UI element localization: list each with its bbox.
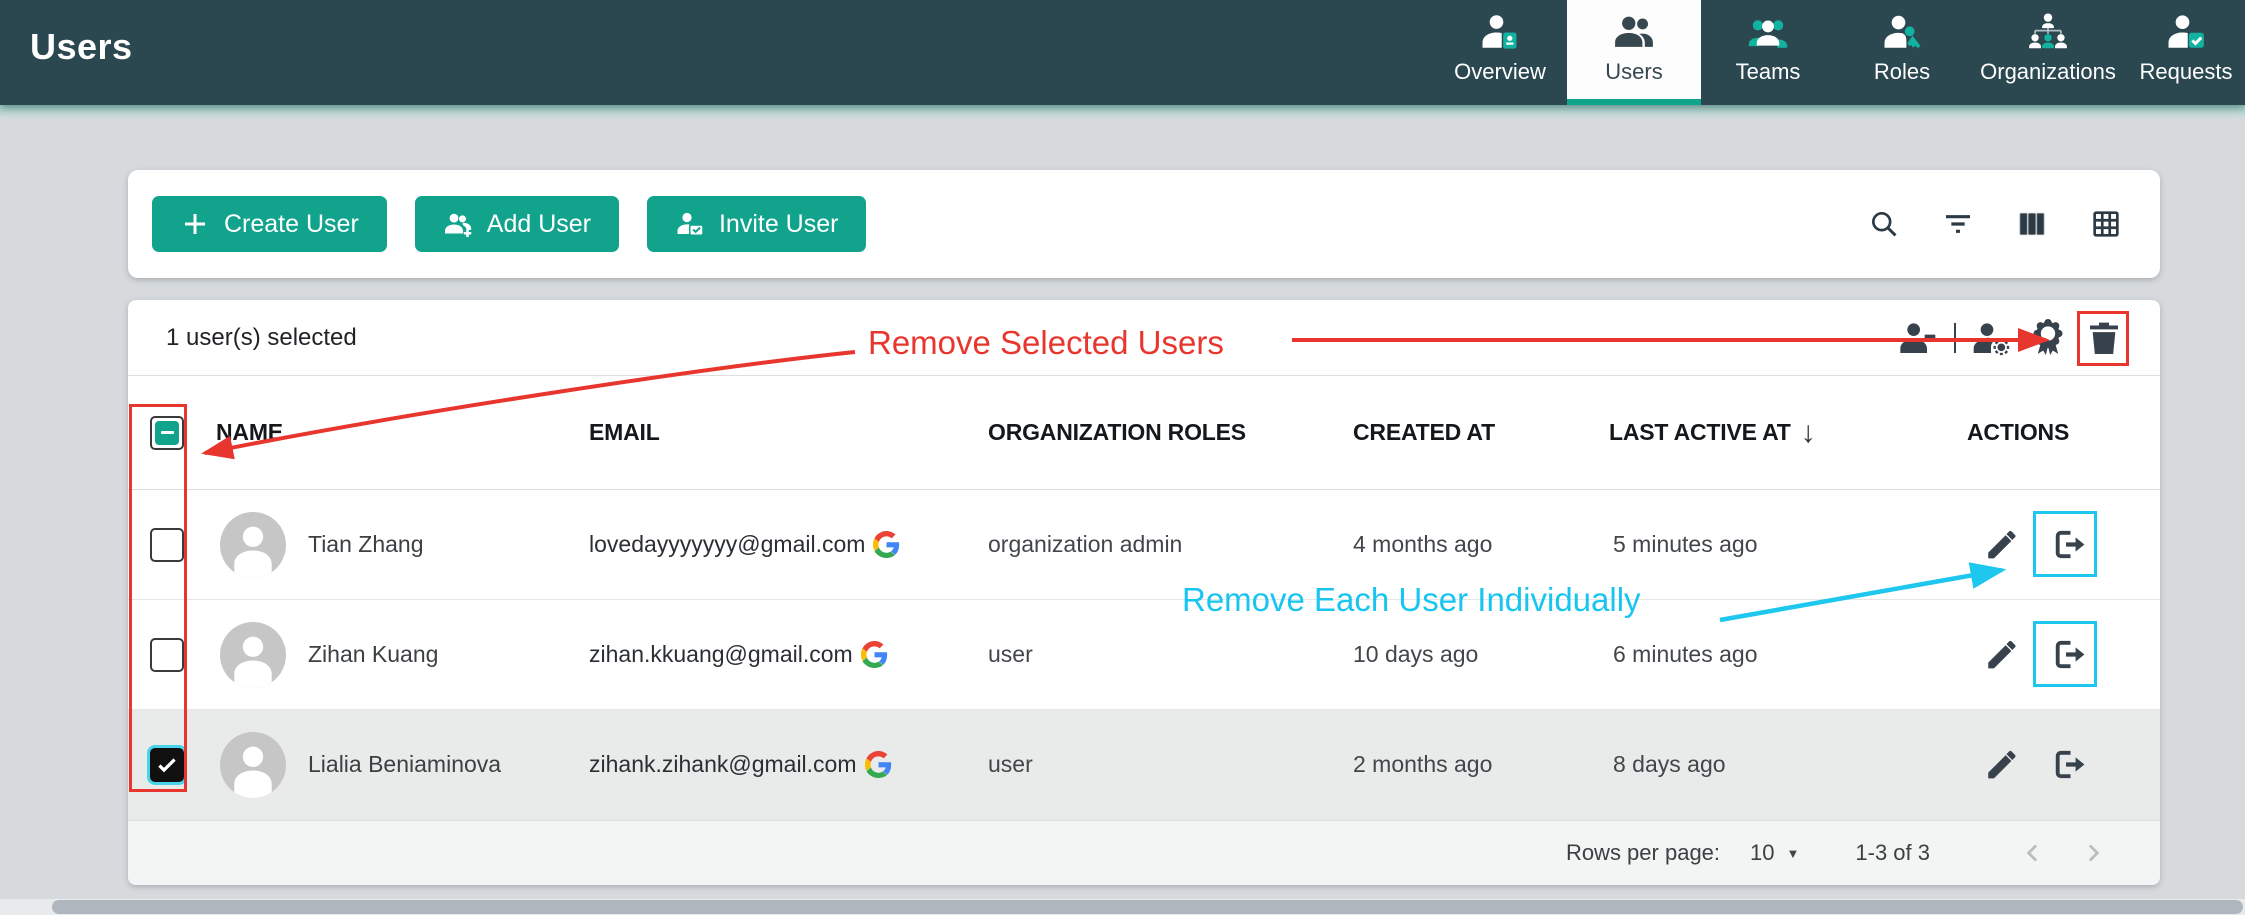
avatar	[220, 622, 286, 688]
row-checkbox[interactable]	[150, 528, 184, 562]
tab-overview[interactable]: Overview	[1433, 0, 1567, 105]
selection-bar: 1 user(s) selected	[128, 300, 2160, 376]
column-header-email[interactable]: EMAIL	[573, 419, 968, 446]
page-title: Users	[30, 26, 133, 68]
table-row: Tian Zhang lovedayyyyyyy@gmail.com organ…	[128, 490, 2160, 600]
table-tool-icons	[1868, 170, 2122, 278]
user-email: lovedayyyyyyy@gmail.com	[589, 531, 865, 558]
user-role: organization admin	[968, 531, 1333, 558]
grid-icon[interactable]	[2090, 208, 2122, 240]
add-user-icon	[443, 209, 473, 239]
requests-person-check-icon	[2165, 11, 2207, 53]
tab-requests[interactable]: Requests	[2127, 0, 2245, 105]
table-row-selected: Lialia Beniaminova zihank.zihank@gmail.c…	[128, 710, 2160, 820]
user-created: 2 months ago	[1333, 751, 1593, 778]
remove-icon[interactable]	[2050, 746, 2087, 783]
user-role: user	[968, 641, 1333, 668]
nav-tabs: Overview Users Teams	[1433, 0, 2245, 105]
tab-label: Requests	[2140, 59, 2233, 85]
column-header-last-active[interactable]: LAST ACTIVE AT ↓	[1593, 416, 1953, 450]
dropdown-caret-icon: ▼	[1787, 846, 1800, 861]
column-header-org-roles[interactable]: ORGANIZATION ROLES	[968, 419, 1333, 446]
remove-icon[interactable]	[2050, 526, 2087, 563]
edit-icon[interactable]	[1983, 526, 2020, 563]
add-user-label: Add User	[487, 210, 591, 239]
tab-label: Roles	[1874, 59, 1930, 85]
tab-organizations[interactable]: Organizations	[1969, 0, 2127, 105]
table-row: Zihan Kuang zihan.kkuang@gmail.com user …	[128, 600, 2160, 710]
column-header-actions: ACTIONS	[1953, 419, 2160, 446]
google-icon	[865, 751, 892, 778]
column-header-created[interactable]: CREATED AT	[1333, 419, 1593, 446]
pagination-range: 1-3 of 3	[1855, 840, 1930, 866]
user-email: zihank.zihank@gmail.com	[589, 751, 857, 778]
tab-label: Overview	[1454, 59, 1546, 85]
organizations-hierarchy-icon	[2027, 11, 2069, 53]
header-glow	[0, 105, 2245, 119]
toolbar-card: Create User Add User Invite User	[128, 170, 2160, 278]
user-name: Lialia Beniaminova	[308, 751, 501, 778]
invite-user-button[interactable]: Invite User	[647, 196, 866, 252]
user-last-active: 8 days ago	[1593, 751, 1953, 778]
user-last-active: 5 minutes ago	[1593, 531, 1953, 558]
app-header: Users Overview Users	[0, 0, 2245, 105]
avatar	[220, 732, 286, 798]
tab-label: Organizations	[1980, 59, 2116, 85]
teams-icon	[1747, 11, 1789, 53]
user-role: user	[968, 751, 1333, 778]
user-name: Zihan Kuang	[308, 641, 438, 668]
user-settings-icon[interactable]	[1972, 318, 2012, 358]
filter-icon[interactable]	[1942, 208, 1974, 240]
remove-user-icon[interactable]	[1898, 318, 1938, 358]
avatar	[220, 512, 286, 578]
search-icon[interactable]	[1868, 208, 1900, 240]
users-table-card: 1 user(s) selected	[128, 300, 2160, 885]
row-checkbox-checked[interactable]	[150, 748, 184, 782]
badge-icon[interactable]	[2028, 318, 2068, 358]
selection-actions	[1898, 300, 2124, 376]
overview-person-badge-icon	[1479, 11, 1521, 53]
remove-icon[interactable]	[2050, 636, 2087, 673]
row-checkbox[interactable]	[150, 638, 184, 672]
user-created: 4 months ago	[1333, 531, 1593, 558]
table-header-row: NAME EMAIL ORGANIZATION ROLES CREATED AT…	[128, 376, 2160, 490]
roles-person-key-icon	[1881, 11, 1923, 53]
users-icon	[1613, 11, 1655, 53]
add-user-button[interactable]: Add User	[415, 196, 619, 252]
horizontal-scrollbar[interactable]	[0, 899, 2245, 915]
icon-divider	[1954, 323, 1956, 353]
tab-label: Users	[1605, 59, 1662, 85]
google-icon	[873, 531, 900, 558]
indeterminate-mark	[155, 421, 179, 445]
tab-label: Teams	[1736, 59, 1801, 85]
user-email: zihan.kkuang@gmail.com	[589, 641, 853, 668]
tab-roles[interactable]: Roles	[1835, 0, 1969, 105]
tab-teams[interactable]: Teams	[1701, 0, 1835, 105]
edit-icon[interactable]	[1983, 636, 2020, 673]
user-name: Tian Zhang	[308, 531, 424, 558]
columns-icon[interactable]	[2016, 208, 2048, 240]
selection-count-text: 1 user(s) selected	[166, 324, 357, 352]
invite-user-icon	[675, 209, 705, 239]
create-user-label: Create User	[224, 210, 359, 239]
user-last-active: 6 minutes ago	[1593, 641, 1953, 668]
table-footer: Rows per page: 10 ▼ 1-3 of 3	[128, 820, 2160, 885]
tab-users[interactable]: Users	[1567, 0, 1701, 105]
next-page-button[interactable]	[2078, 838, 2108, 868]
column-header-name[interactable]: NAME	[196, 419, 573, 446]
sort-descending-icon[interactable]: ↓	[1801, 416, 1816, 450]
edit-icon[interactable]	[1983, 746, 2020, 783]
scrollbar-thumb[interactable]	[52, 900, 2243, 914]
rows-per-page-select[interactable]: 10 ▼	[1750, 840, 1799, 866]
plus-icon	[180, 209, 210, 239]
create-user-button[interactable]: Create User	[152, 196, 387, 252]
rows-per-page-label: Rows per page:	[1566, 840, 1720, 866]
google-icon	[861, 641, 888, 668]
previous-page-button[interactable]	[2018, 838, 2048, 868]
select-all-checkbox[interactable]	[150, 416, 184, 450]
delete-icon[interactable]	[2084, 318, 2124, 358]
user-created: 10 days ago	[1333, 641, 1593, 668]
invite-user-label: Invite User	[719, 210, 838, 239]
